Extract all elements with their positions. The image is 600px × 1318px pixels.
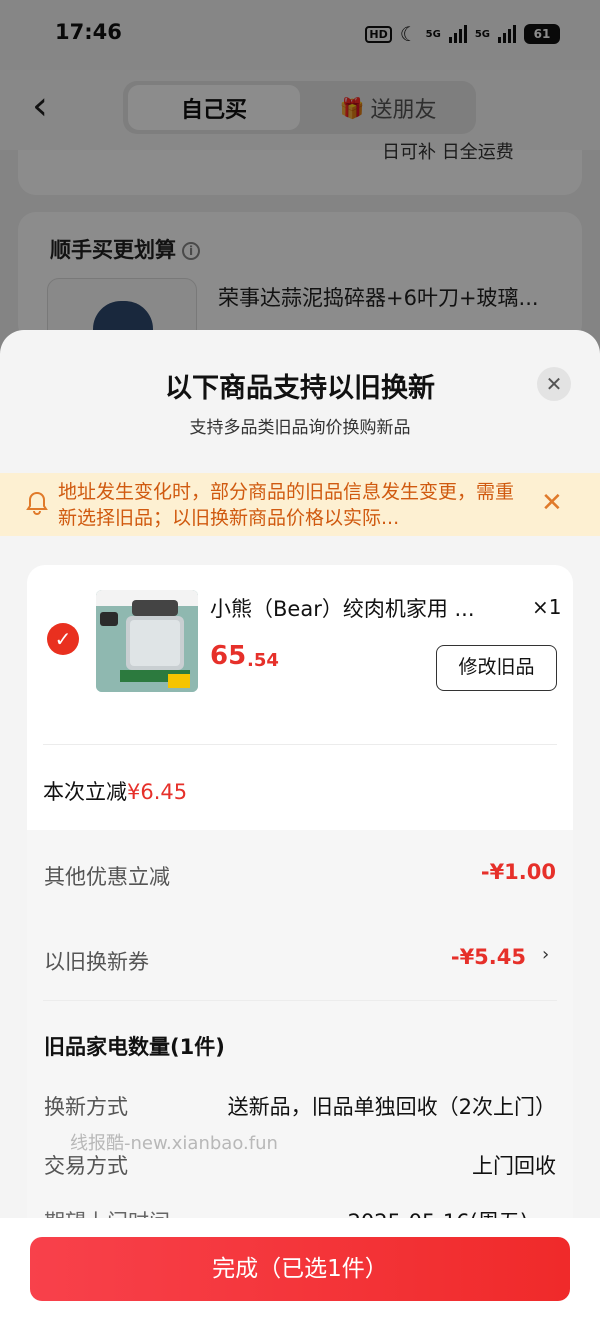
meat-grinder-image [96,590,198,692]
checkmark-icon: ✓ [54,627,72,651]
close-icon: ✕ [545,372,563,396]
bell-icon [26,491,48,516]
sheet-title: 以下商品支持以旧换新 [165,373,435,404]
product-price-decimal: .54 [247,650,279,671]
trade-in-coupon-label[interactable]: 以旧换新券 [44,946,149,976]
modify-old-item-button[interactable]: 修改旧品 [436,645,557,691]
divider [43,1000,557,1001]
done-button[interactable]: 完成（已选1件） [30,1237,570,1301]
product-price-integer: 65 [210,641,247,671]
discount-amount: ¥6.45 [127,780,188,804]
trade-method-label: 交易方式 [44,1154,128,1178]
product-select-checkbox[interactable]: ✓ [47,623,79,655]
chevron-right-icon[interactable]: › [542,944,549,965]
other-discount-value: -¥1.00 [480,860,556,884]
exchange-method-label: 换新方式 [44,1095,128,1119]
close-icon: ✕ [541,488,563,518]
notice-close-button[interactable]: ✕ [541,488,563,518]
notice-text: 地址发生变化时，部分商品的旧品信息发生变更，需重新选择旧品；以旧换新商品价格以实… [58,481,515,529]
product-quantity: ×1 [532,595,562,619]
discount-summary: 本次立减¥6.45 [43,780,188,804]
product-name[interactable]: 小熊（Bear）绞肉机家用 ... [210,593,510,623]
other-discount-label: 其他优惠立减 [44,865,170,889]
exchange-method-value: 送新品，旧品单独回收（2次上门） [227,1095,556,1119]
divider [43,744,557,745]
trade-in-coupon-value[interactable]: -¥5.45 [451,945,526,969]
old-items-title: 旧品家电数量(1件) [44,1035,225,1059]
close-button[interactable]: ✕ [537,367,571,401]
product-image[interactable] [96,590,198,692]
trade-method-value: 上门回收 [472,1154,556,1178]
sheet-subtitle: 支持多品类旧品询价换购新品 [189,418,411,438]
